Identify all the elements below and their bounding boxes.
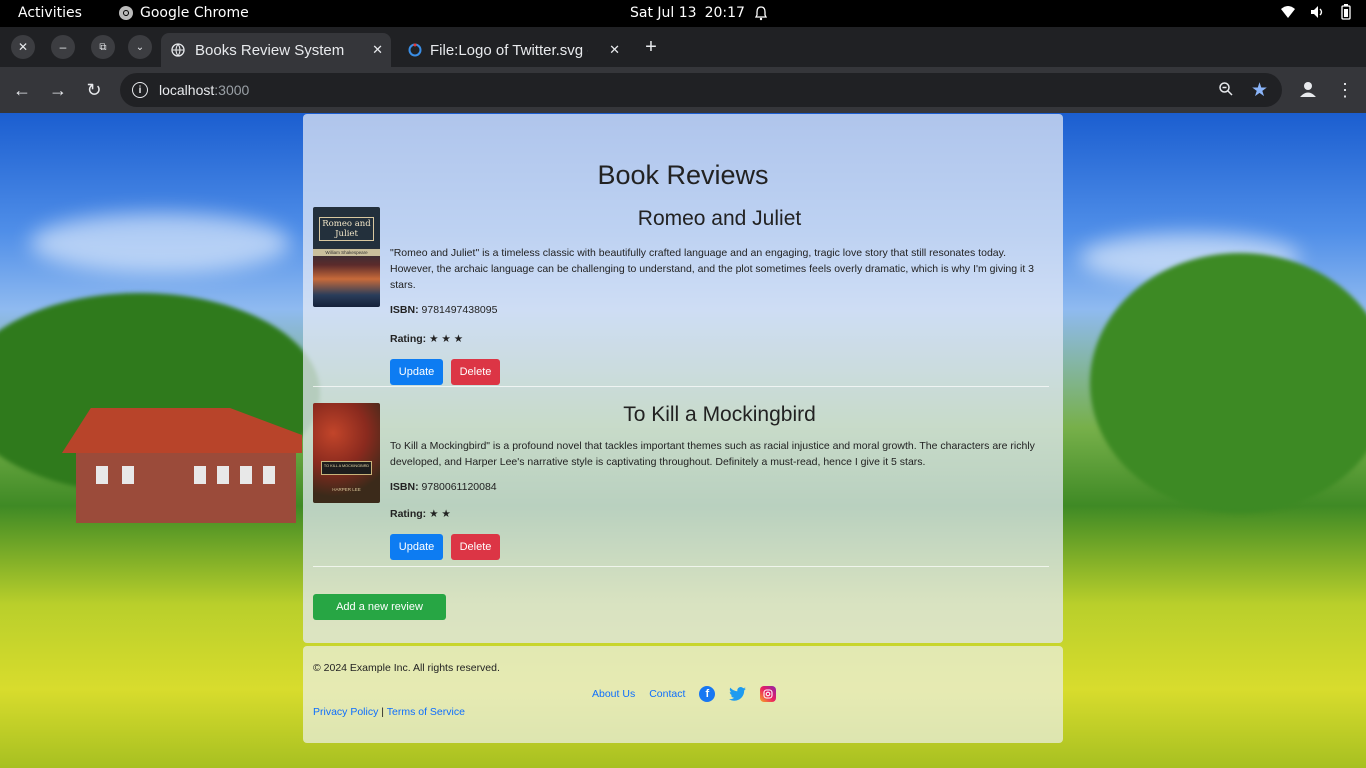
review-body: Romeo and Juliet "Romeo and Juliet" is a… <box>390 207 1049 385</box>
bell-icon <box>754 6 767 21</box>
isbn-value: 9780061120084 <box>421 481 497 493</box>
contact-link[interactable]: Contact <box>649 688 685 700</box>
zoom-icon[interactable] <box>1218 81 1234 97</box>
book-cover-image: Romeo and Juliet William Shakespeare <box>313 207 380 307</box>
globe-icon <box>171 43 185 57</box>
minimize-icon: – <box>59 40 67 54</box>
review-divider <box>313 566 1049 567</box>
chevron-down-icon: ⌄ <box>135 41 145 53</box>
update-button[interactable]: Update <box>390 534 443 560</box>
restore-icon: ⧉ <box>99 41 107 53</box>
reviews-card: Book Reviews Romeo and Juliet William Sh… <box>303 114 1063 643</box>
book-cover-image: TO KILL A MOCKINGBIRD HARPER LEE <box>313 403 380 503</box>
tab-books-review[interactable]: Books Review System ✕ <box>161 33 391 67</box>
clock[interactable]: Sat Jul 13 20:17 <box>630 5 769 21</box>
site-info-icon[interactable]: i <box>132 82 148 98</box>
volume-icon <box>1311 6 1323 18</box>
legal-links: Privacy Policy | Terms of Service <box>313 706 465 718</box>
chrome-icon <box>119 6 133 20</box>
facebook-icon[interactable]: f <box>699 686 716 702</box>
copyright-text: © 2024 Example Inc. All rights reserved. <box>313 662 500 674</box>
bookmark-star-icon[interactable]: ★ <box>1251 79 1268 102</box>
page-viewport: Book Reviews Romeo and Juliet William Sh… <box>0 113 1366 768</box>
tab-title: File:Logo of Twitter.svg - <box>430 41 588 59</box>
rating-line: Rating: ★ ★ <box>390 508 1049 520</box>
terms-of-service-link[interactable]: Terms of Service <box>387 706 465 718</box>
privacy-policy-link[interactable]: Privacy Policy <box>313 706 378 718</box>
legal-separator: | <box>381 706 385 718</box>
book-title: Romeo and Juliet <box>637 207 802 230</box>
kebab-menu-icon[interactable]: ⋮ <box>1336 80 1354 101</box>
minimize-button[interactable]: – <box>51 35 75 59</box>
new-tab-button[interactable]: + <box>640 35 662 59</box>
back-arrow-icon: ← <box>13 79 31 100</box>
activities-button[interactable]: Activities <box>18 5 82 21</box>
restore-button[interactable]: ⧉ <box>91 35 115 59</box>
update-button[interactable]: Update <box>390 359 443 385</box>
rating-stars: ★ ★ <box>429 508 451 520</box>
system-tray[interactable] <box>1280 4 1352 20</box>
rating-line: Rating: ★ ★ ★ <box>390 333 1049 345</box>
close-tab-icon[interactable]: ✕ <box>372 42 383 58</box>
page-footer: © 2024 Example Inc. All rights reserved.… <box>303 646 1063 743</box>
battery-icon <box>1341 4 1351 20</box>
system-top-bar: Activities Google Chrome Sat Jul 13 20:1… <box>0 0 1366 27</box>
review-actions: Update Delete <box>390 534 1049 560</box>
page-title: Book Reviews <box>597 160 769 190</box>
reload-button[interactable]: ↻ <box>81 77 107 103</box>
clock-time: 20:17 <box>704 5 745 21</box>
app-menu[interactable]: Google Chrome <box>118 5 249 21</box>
isbn-value: 9781497438095 <box>421 304 498 316</box>
clock-date: Sat Jul 13 <box>630 5 697 21</box>
background-tree <box>1090 253 1366 513</box>
forward-button[interactable]: → <box>45 77 71 103</box>
wifi-icon <box>1281 6 1295 18</box>
cover-title: Romeo and Juliet <box>319 217 374 241</box>
tab-title: Books Review System <box>195 41 345 59</box>
app-name: Google Chrome <box>140 5 249 21</box>
reload-icon: ↻ <box>86 79 102 100</box>
wikimedia-icon <box>408 43 422 57</box>
close-icon: ✕ <box>17 40 29 54</box>
rating-label: Rating: <box>390 508 427 520</box>
browser-toolbar: ← → ↻ i localhost:3000 ★ <box>0 67 1366 113</box>
twitter-icon[interactable] <box>729 687 747 701</box>
background-cloud <box>30 213 290 273</box>
tab-twitter-logo[interactable]: File:Logo of Twitter.svg - ✕ <box>398 33 628 67</box>
rating-stars: ★ ★ ★ <box>429 333 464 345</box>
review-text: To Kill a Mockingbird" is a profound nov… <box>390 440 1035 468</box>
close-tab-icon[interactable]: ✕ <box>609 42 620 58</box>
review-text: "Romeo and Juliet" is a timeless classic… <box>390 247 1035 291</box>
review-divider <box>313 386 1049 387</box>
address-bar[interactable]: i localhost:3000 ★ <box>120 73 1282 107</box>
instagram-icon[interactable] <box>760 686 777 702</box>
delete-button[interactable]: Delete <box>451 534 500 560</box>
isbn-line: ISBN: 9781497438095 <box>390 304 1049 316</box>
add-review-button[interactable]: Add a new review <box>313 594 446 620</box>
cover-title: TO KILL A MOCKINGBIRD <box>321 461 372 475</box>
tab-search-button[interactable]: ⌄ <box>128 35 152 59</box>
review-actions: Update Delete <box>390 359 1049 385</box>
footer-links: About Us Contact f <box>592 686 777 702</box>
isbn-label: ISBN: <box>390 304 419 316</box>
forward-arrow-icon: → <box>49 79 67 100</box>
add-review-container: Add a new review <box>313 594 446 620</box>
review-body: To Kill a Mockingbird To Kill a Mockingb… <box>390 403 1049 560</box>
tab-strip: ✕ – ⧉ ⌄ Books Review System ✕ File:Logo … <box>0 27 1366 67</box>
url-host: localhost <box>159 82 215 98</box>
back-button[interactable]: ← <box>9 77 35 103</box>
url-text[interactable]: localhost:3000 <box>159 82 249 98</box>
isbn-line: ISBN: 9780061120084 <box>390 481 1049 493</box>
about-us-link[interactable]: About Us <box>592 688 635 700</box>
delete-button[interactable]: Delete <box>451 359 500 385</box>
background-house <box>62 408 302 523</box>
cover-author: HARPER LEE <box>332 487 361 492</box>
isbn-label: ISBN: <box>390 481 419 493</box>
rating-label: Rating: <box>390 333 427 345</box>
url-port: :3000 <box>214 82 250 98</box>
book-title: To Kill a Mockingbird <box>623 403 816 426</box>
cover-author: William Shakespeare <box>313 249 380 256</box>
profile-avatar-icon[interactable] <box>1297 78 1319 100</box>
close-window-button[interactable]: ✕ <box>11 35 35 59</box>
